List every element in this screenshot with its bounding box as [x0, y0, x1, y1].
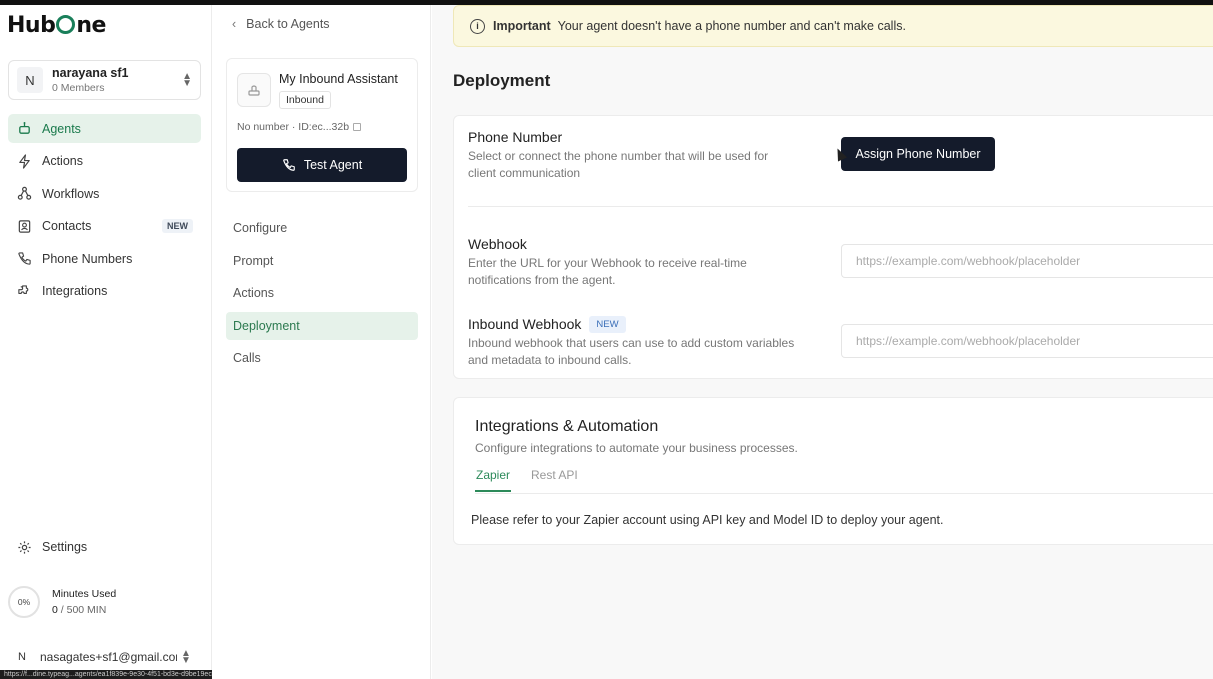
user-avatar: N [18, 651, 26, 663]
deployment-card: Phone Number Select or connect the phone… [453, 115, 1213, 379]
chevron-updown-icon: ▲ ▼ [182, 71, 192, 89]
integrations-tabs: Zapier Rest API [475, 468, 598, 492]
chevron-updown-icon: ▲ ▼ [181, 648, 191, 666]
minutes-text: Minutes Used 0 / 500 MIN [52, 588, 116, 616]
info-icon: i [470, 18, 485, 34]
alert-strong: Important [493, 19, 551, 33]
test-agent-button[interactable]: Test Agent [237, 148, 407, 182]
phone-number-desc: Select or connect the phone number that … [468, 149, 769, 180]
phone-icon [282, 158, 296, 172]
assign-phone-number-button[interactable]: Assign Phone Number [841, 137, 995, 171]
logo-o-ring [56, 15, 76, 34]
zapier-note: Please refer to your Zapier account usin… [471, 513, 944, 527]
agent-avatar-icon [237, 73, 271, 107]
sub-nav-actions[interactable]: Actions [226, 279, 418, 307]
actions-icon [16, 153, 32, 169]
logo-text-hub: Hub [7, 13, 56, 38]
sidebar: Hub ne N narayana sf1 0 Members ▲ ▼ Agents… [0, 5, 212, 679]
new-badge: NEW [589, 316, 626, 333]
agent-name: My Inbound Assistant [279, 72, 398, 86]
gear-icon [16, 539, 32, 555]
phone-icon [16, 251, 32, 267]
webhook-title: Webhook [468, 236, 527, 252]
main-content: i Important Your agent doesn't have a ph… [432, 5, 1213, 679]
back-label: Back to Agents [246, 17, 330, 31]
org-name: narayana sf1 [52, 66, 129, 80]
sub-nav-calls[interactable]: Calls [226, 344, 418, 372]
user-menu[interactable]: N nasagates+sf1@gmail.com ▲ ▼ [10, 645, 200, 669]
sub-nav-configure[interactable]: Configure [226, 214, 418, 242]
user-email: nasagates+sf1@gmail.com [40, 650, 177, 664]
org-switcher[interactable]: N narayana sf1 0 Members ▲ ▼ [8, 60, 201, 100]
nav-item-label: Contacts [42, 219, 92, 233]
alert-text: Your agent doesn't have a phone number a… [557, 19, 906, 33]
integrations-desc: Configure integrations to automate your … [475, 441, 798, 455]
minutes-progress-ring: 0% [8, 586, 40, 618]
minutes-total-value: / 500 MIN [60, 604, 107, 616]
page-title: Deployment [453, 71, 551, 90]
nav-item-actions[interactable]: Actions [8, 147, 201, 176]
sub-nav-deployment[interactable]: Deployment [226, 311, 418, 340]
agent-panel: ‹ Back to Agents My Inbound Assistant Inb… [212, 5, 431, 679]
integrations-card: Integrations & Automation Configure inte… [453, 397, 1213, 545]
org-members: 0 Members [52, 82, 105, 94]
nav-item-label: Actions [42, 154, 83, 168]
important-alert: i Important Your agent doesn't have a ph… [453, 5, 1213, 47]
nav-item-label: Integrations [42, 284, 108, 298]
chevron-left-icon: ‹ [232, 17, 237, 31]
agent-meta-text: No number · ID:ec...32b [237, 121, 350, 133]
nav-item-contacts[interactable]: Contacts NEW [8, 212, 201, 241]
inbound-webhook-url-input[interactable] [841, 324, 1213, 358]
minutes-value: 0 / 500 MIN [52, 604, 116, 616]
nav-item-workflows[interactable]: Workflows [8, 179, 201, 208]
inbound-webhook-title-text: Inbound Webhook [468, 316, 582, 332]
phone-number-title: Phone Number [468, 129, 563, 145]
sub-nav-prompt[interactable]: Prompt [226, 247, 418, 275]
minutes-label: Minutes Used [52, 588, 117, 600]
agent-card: My Inbound Assistant Inbound No number ·… [226, 58, 418, 192]
workflows-icon [16, 186, 32, 202]
webhook-desc: Enter the URL for your Webhook to receiv… [468, 256, 747, 287]
webhook-url-input[interactable] [841, 244, 1213, 278]
back-to-agents-link[interactable]: ‹ Back to Agents [232, 17, 330, 31]
logo-text-ne: ne [76, 13, 106, 38]
copy-icon[interactable] [353, 123, 362, 131]
nav-item-phone-numbers[interactable]: Phone Numbers [8, 244, 201, 273]
tabs-divider [475, 493, 1213, 494]
minutes-used-value: 0 [52, 604, 58, 616]
inbound-webhook-desc: Inbound webhook that users can use to ad… [468, 336, 795, 367]
nav-item-label: Phone Numbers [42, 251, 133, 266]
nav-item-integrations[interactable]: Integrations [8, 277, 201, 306]
nav-item-agents[interactable]: Agents [8, 114, 201, 143]
agents-icon [16, 121, 32, 137]
nav-item-label: Agents [42, 121, 81, 136]
new-badge: NEW [162, 219, 193, 233]
hubone-logo[interactable]: Hub ne [7, 13, 106, 38]
settings-label: Settings [42, 540, 88, 554]
test-agent-label: Test Agent [303, 158, 363, 172]
tab-rest-api[interactable]: Rest API [531, 468, 578, 492]
agent-meta: No number · ID:ec...32b [237, 121, 362, 133]
contacts-icon [16, 218, 32, 234]
inbound-webhook-title: Inbound Webhook NEW [468, 316, 626, 333]
divider [468, 206, 1213, 207]
tab-zapier[interactable]: Zapier [475, 468, 512, 492]
main-nav: Agents Actions Workflows Contacts NEW Ph… [8, 114, 201, 309]
org-text: narayana sf1 0 Members [52, 66, 182, 94]
agent-type-badge: Inbound [279, 91, 331, 109]
minutes-used-widget: 0% Minutes Used 0 / 500 MIN [8, 586, 116, 618]
nav-item-label: Workflows [42, 186, 100, 201]
integrations-title: Integrations & Automation [475, 418, 659, 435]
agent-sub-nav: Configure Prompt Actions Deployment Call… [226, 214, 418, 377]
settings-link[interactable]: Settings [16, 539, 87, 555]
org-avatar: N [17, 67, 43, 93]
integrations-icon [16, 283, 32, 299]
